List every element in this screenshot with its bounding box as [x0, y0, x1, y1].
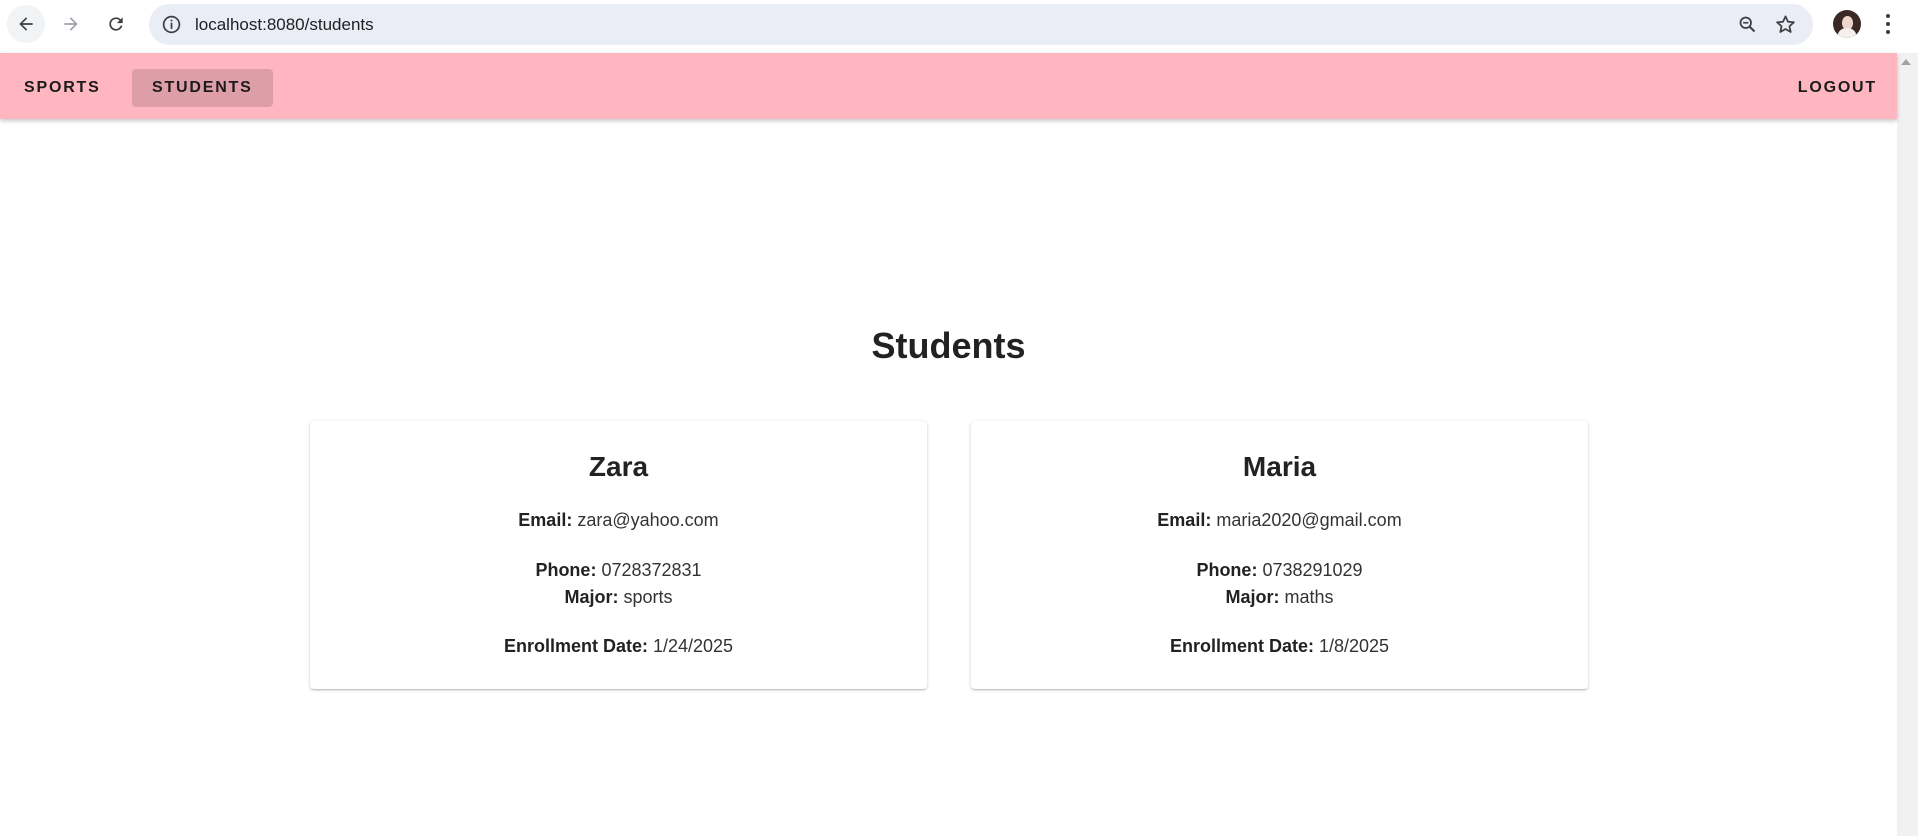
- logout-button[interactable]: LOGOUT: [1778, 69, 1897, 107]
- forward-arrow-icon: [64, 17, 78, 31]
- browser-toolbar: localhost:8080/students: [0, 0, 1918, 49]
- kebab-menu-icon[interactable]: [1885, 12, 1891, 36]
- info-icon[interactable]: [161, 14, 182, 35]
- student-card: Maria Email: maria2020@gmail.com Phone: …: [971, 421, 1588, 689]
- back-arrow-icon: [19, 17, 33, 31]
- student-phone: Phone: 0738291029: [1196, 560, 1363, 580]
- profile-avatar[interactable]: [1833, 10, 1861, 38]
- reload-button[interactable]: [97, 5, 135, 43]
- student-phone: Phone: 0728372831: [535, 560, 702, 580]
- app-navbar: SPORTS STUDENTS LOGOUT: [0, 53, 1897, 119]
- back-button[interactable]: [7, 5, 45, 43]
- page-title: Students: [871, 325, 1026, 366]
- scroll-up-arrow-icon[interactable]: [1901, 59, 1911, 65]
- address-bar[interactable]: localhost:8080/students: [149, 4, 1813, 45]
- student-major: Major: sports: [564, 587, 673, 607]
- zoom-icon[interactable]: [1737, 14, 1758, 35]
- url-text[interactable]: localhost:8080/students: [195, 4, 374, 45]
- student-name: Maria: [1242, 451, 1317, 482]
- student-card: Zara Email: zara@yahoo.com Phone: 072837…: [310, 421, 927, 689]
- nav-sports-button[interactable]: SPORTS: [4, 69, 121, 107]
- student-enrollment-date: Enrollment Date: 1/8/2025: [1169, 636, 1390, 656]
- star-icon[interactable]: [1774, 13, 1797, 36]
- student-email: Email: zara@yahoo.com: [518, 510, 719, 530]
- page-scrollbar[interactable]: [1897, 53, 1918, 836]
- nav-students-button[interactable]: STUDENTS: [132, 69, 273, 107]
- student-enrollment-date: Enrollment Date: 1/24/2025: [503, 636, 734, 656]
- forward-button[interactable]: [52, 5, 90, 43]
- student-major: Major: maths: [1225, 587, 1334, 607]
- student-name: Zara: [588, 451, 649, 482]
- student-email: Email: maria2020@gmail.com: [1157, 510, 1402, 530]
- reload-icon: [109, 17, 123, 31]
